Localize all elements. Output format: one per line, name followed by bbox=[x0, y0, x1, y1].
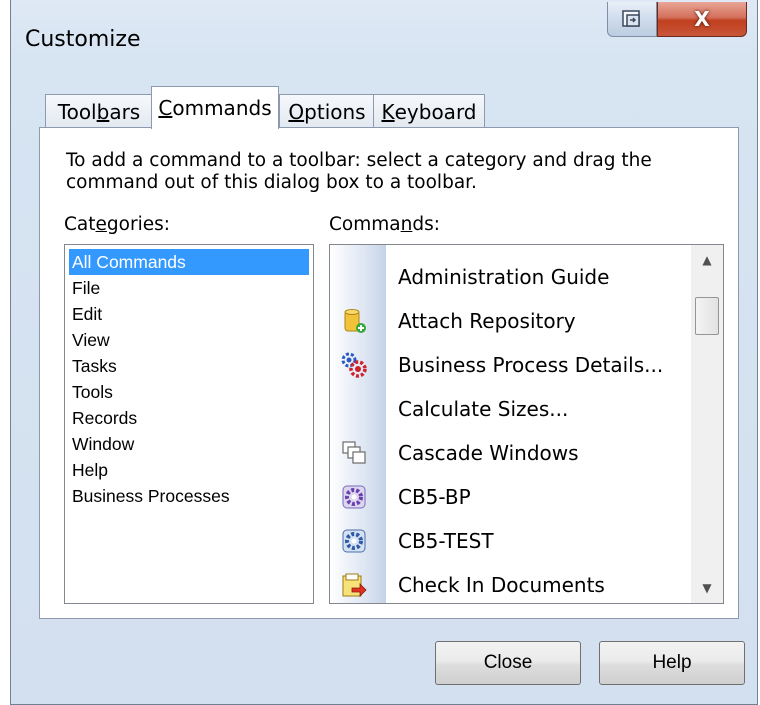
title-bar[interactable]: Customize X bbox=[11, 0, 757, 70]
tab-keyboard-access-key: K bbox=[381, 99, 395, 124]
window-title: Customize bbox=[25, 27, 141, 52]
instructions-text: To add a command to a toolbar: select a … bbox=[66, 150, 726, 194]
restore-button[interactable] bbox=[607, 2, 657, 37]
check-in-icon bbox=[342, 573, 367, 597]
commands-scrollbar[interactable]: ▲ ▼ bbox=[691, 245, 723, 603]
purple-gear-icon bbox=[342, 485, 366, 509]
commands-label: Commands: bbox=[329, 214, 440, 235]
categories-label-end: gories: bbox=[106, 214, 170, 235]
categories-label-start: Cat bbox=[64, 214, 96, 235]
background-edge bbox=[0, 0, 10, 705]
commands-listbox[interactable]: Administration Guide Attach Repository B… bbox=[329, 244, 724, 604]
gears-icon bbox=[341, 352, 367, 378]
commands-label-start: Comma bbox=[329, 214, 401, 235]
tab-toolbars[interactable]: Tool b ars bbox=[45, 94, 153, 128]
tab-options-label: ptions bbox=[304, 99, 366, 124]
category-item-all-commands[interactable]: All Commands bbox=[69, 249, 309, 275]
command-item-calculate-sizes[interactable]: Calculate Sizes... bbox=[330, 387, 690, 431]
database-add-icon bbox=[344, 309, 366, 333]
tab-commands-access-key: C bbox=[158, 96, 173, 120]
command-item-cb5-bp[interactable]: CB5-BP bbox=[330, 475, 690, 519]
command-item-check-in-documents[interactable]: Check In Documents bbox=[330, 563, 690, 603]
tab-options[interactable]: Options bbox=[279, 94, 375, 128]
category-item-edit[interactable]: Edit bbox=[69, 301, 309, 327]
restore-icon bbox=[622, 10, 640, 27]
category-item-help[interactable]: Help bbox=[69, 457, 309, 483]
help-button[interactable]: Help bbox=[599, 641, 745, 685]
categories-label: Categories: bbox=[64, 214, 170, 235]
category-item-tasks[interactable]: Tasks bbox=[69, 353, 309, 379]
command-item-attach-repository[interactable]: Attach Repository bbox=[330, 299, 690, 343]
command-item-business-process-details[interactable]: Business Process Details... bbox=[330, 343, 690, 387]
scroll-down-arrow-icon[interactable]: ▼ bbox=[691, 573, 723, 603]
command-item-administration-guide[interactable]: Administration Guide bbox=[330, 255, 690, 299]
tab-options-access-key: O bbox=[288, 99, 305, 124]
command-label: Business Process Details... bbox=[398, 353, 664, 377]
command-item-cb5-test[interactable]: CB5-TEST bbox=[330, 519, 690, 563]
command-item-cascade-windows[interactable]: Cascade Windows bbox=[330, 431, 690, 475]
category-item-file[interactable]: File bbox=[69, 275, 309, 301]
close-icon: X bbox=[694, 7, 710, 31]
instructions-line-2: command out of this dialog box to a tool… bbox=[66, 172, 477, 193]
categories-listbox[interactable]: All Commands File Edit View Tasks Tools … bbox=[64, 244, 314, 604]
cascade-windows-icon bbox=[342, 441, 366, 464]
command-label: Check In Documents bbox=[398, 573, 605, 597]
close-window-button[interactable]: X bbox=[657, 2, 747, 37]
blue-gear-icon bbox=[342, 529, 366, 553]
category-item-tools[interactable]: Tools bbox=[69, 379, 309, 405]
category-item-view[interactable]: View bbox=[69, 327, 309, 353]
command-label: Cascade Windows bbox=[398, 441, 579, 465]
command-label: Administration Guide bbox=[398, 265, 610, 289]
command-label: CB5-BP bbox=[398, 485, 471, 509]
instructions-line-1: To add a command to a toolbar: select a … bbox=[66, 150, 652, 171]
command-label: Attach Repository bbox=[398, 309, 576, 333]
category-item-business-processes[interactable]: Business Processes bbox=[69, 483, 309, 509]
category-item-records[interactable]: Records bbox=[69, 405, 309, 431]
tab-toolbars-label-end: ars bbox=[109, 99, 141, 124]
tab-keyboard[interactable]: Keyboard bbox=[373, 94, 485, 128]
categories-access-key: e bbox=[95, 214, 107, 235]
scroll-thumb[interactable] bbox=[695, 297, 719, 335]
tab-commands[interactable]: Commands bbox=[151, 86, 279, 129]
tab-toolbars-label: Tool bbox=[57, 99, 97, 124]
customize-dialog: Customize X Tool b ars Commands Options Ke… bbox=[10, 0, 758, 705]
tab-commands-label: ommands bbox=[172, 96, 272, 120]
command-label: CB5-TEST bbox=[398, 529, 494, 553]
tab-toolbars-access-key: b bbox=[96, 99, 110, 124]
category-item-window[interactable]: Window bbox=[69, 431, 309, 457]
command-label: Calculate Sizes... bbox=[398, 397, 569, 421]
commands-tab-panel: To add a command to a toolbar: select a … bbox=[39, 127, 739, 619]
close-button[interactable]: Close bbox=[435, 641, 581, 685]
tab-keyboard-label: eyboard bbox=[394, 99, 477, 124]
commands-access-key: n bbox=[400, 214, 413, 235]
commands-label-end: ds: bbox=[412, 214, 440, 235]
scroll-up-arrow-icon[interactable]: ▲ bbox=[691, 245, 723, 275]
